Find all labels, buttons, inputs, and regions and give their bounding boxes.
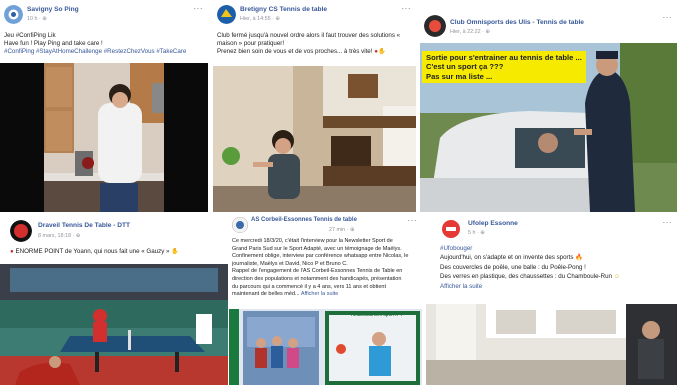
- hashtag-line[interactable]: #Ufobouger: [440, 244, 673, 253]
- page-name[interactable]: Ufolep Essonne: [468, 220, 518, 227]
- globe-icon: ⊕: [485, 29, 490, 35]
- hand-icon: ✋: [377, 48, 386, 56]
- post-photo[interactable]: Sortie pour s'entrainer au tennis de tab…: [420, 43, 677, 212]
- more-options-icon[interactable]: ···: [194, 4, 204, 13]
- post-text-line: du parcours qui a commencé il y a 4 ans,…: [232, 283, 386, 290]
- ping-pong-icon: ●: [10, 248, 14, 255]
- post-text-line: Grand Paris Sud sur le Sport Adapté, ave…: [232, 245, 402, 252]
- post-text-line: Des verres en plastique, des chaussettes…: [440, 273, 621, 281]
- post-text-line: maintenant de belles méd... Afficher la …: [232, 291, 339, 298]
- page-name[interactable]: Savigny So Ping: [27, 6, 79, 13]
- post-text: #Ufobouger Aujourd'hui, on s'adapte et o…: [440, 244, 673, 291]
- post-time: 27 min · ⊕: [329, 227, 355, 233]
- image-caption-banner: Sortie pour s'entrainer au tennis de tab…: [422, 51, 586, 84]
- caption-line: Pas sur ma liste ...: [426, 71, 493, 81]
- post-text-line: Jeu #ConfiPing Lik: [4, 32, 56, 39]
- page-name[interactable]: Draveil Tennis De Table - DTT: [38, 222, 130, 229]
- post-card: Ufolep Essonne 5 h · ⊕ ··· #Ufobouger Au…: [426, 214, 677, 385]
- post-header: Bretigny CS Tennis de table Hier, à 14:5…: [213, 0, 416, 30]
- post-text: Club fermé jusqu'à nouvel ordre alors il…: [217, 32, 412, 57]
- post-text: Ce mercredi 18/3/20, c'était l'interview…: [232, 238, 418, 299]
- post-text-line: Aujourd'hui, on s'adapte et on invente d…: [440, 254, 583, 262]
- post-text-line: journaliste, Maëlys et David, Nico P et …: [232, 260, 348, 267]
- avatar[interactable]: [440, 218, 462, 240]
- avatar[interactable]: [10, 220, 32, 242]
- avatar[interactable]: [424, 15, 446, 37]
- page-name[interactable]: Club Omnisports des Ulis - Tennis de tab…: [450, 19, 584, 26]
- more-options-icon[interactable]: ···: [408, 216, 418, 225]
- post-time: 10 h · ⊕: [27, 16, 47, 22]
- globe-icon: ⊕: [42, 16, 47, 22]
- globe-icon: ⊕: [480, 230, 485, 236]
- more-options-icon[interactable]: ···: [402, 4, 412, 13]
- post-time: 8 mars, 18:18 · ⊕: [38, 233, 81, 239]
- post-card: Savigny So Ping 10 h · ⊕ ··· Jeu #ConfiP…: [0, 0, 208, 212]
- more-options-icon[interactable]: ···: [663, 13, 673, 22]
- page-name[interactable]: Bretigny CS Tennis de table: [240, 6, 327, 13]
- post-text-line: Rappel de l'engagement de l'AS Corbeil-E…: [232, 268, 403, 275]
- smile-icon: ☺: [613, 273, 621, 281]
- post-video[interactable]: [426, 304, 677, 385]
- post-text-line: Club fermé jusqu'à nouvel ordre alors il…: [217, 32, 401, 39]
- post-text-line: direction des populations et notamment d…: [232, 275, 402, 282]
- post-time: Hier, à 22:22 · ⊕: [450, 29, 490, 35]
- post-video[interactable]: [0, 63, 208, 212]
- post-header: Savigny So Ping 10 h · ⊕ ···: [0, 0, 208, 30]
- post-card: Bretigny CS Tennis de table Hier, à 14:5…: [213, 0, 416, 212]
- see-more-link[interactable]: Afficher la suite: [301, 291, 339, 297]
- more-options-icon[interactable]: ···: [663, 218, 673, 227]
- hand-icon: ✋: [171, 248, 179, 255]
- globe-icon: ⊕: [275, 16, 280, 22]
- post-text-line: Have fun ! Play Ping and take care !: [4, 40, 103, 48]
- fire-icon: 🔥: [575, 254, 583, 262]
- photo-banner-text: Ambassadrices Sport n° 7: [351, 312, 403, 317]
- avatar[interactable]: [4, 5, 23, 24]
- page-name[interactable]: AS Corbeil-Essonnes Tennis de table: [251, 217, 357, 223]
- post-text-line: maison » pour pratiquer!: [217, 40, 285, 48]
- post-photo[interactable]: Ambassadrices Sport n° 7: [229, 309, 422, 385]
- post-text-line: Ce mercredi 18/3/20, c'était l'interview…: [232, 238, 393, 244]
- post-text-line: Des couvercles de poêle, une balle : du …: [440, 263, 586, 271]
- hashtag-line[interactable]: #ConfiPing #StayAtHomeChallenge #RestezC…: [4, 48, 204, 56]
- caption-line: C'est un sport ça ???: [426, 62, 504, 72]
- see-more-link[interactable]: Afficher la suite: [440, 282, 673, 291]
- post-card: Club Omnisports des Ulis - Tennis de tab…: [420, 0, 677, 212]
- post-header: Club Omnisports des Ulis - Tennis de tab…: [420, 0, 677, 37]
- post-photo[interactable]: [213, 66, 416, 212]
- post-text: ● ÉNORME POINT de Yoann, qui nous fait u…: [10, 248, 224, 256]
- post-text-line: Confinement oblige, interview par confér…: [232, 253, 409, 260]
- post-card: Draveil Tennis De Table - DTT 8 mars, 18…: [0, 214, 228, 385]
- globe-icon: ⊕: [349, 227, 355, 233]
- post-header: Ufolep Essonne 5 h · ⊕ ···: [426, 214, 677, 244]
- post-text-line: Prenez bien soin de vous et de vos proch…: [217, 48, 386, 56]
- caption-line: Sortie pour s'entrainer au tennis de tab…: [426, 53, 582, 62]
- avatar[interactable]: [232, 217, 248, 233]
- post-time: Hier, à 14:55 · ⊕: [240, 16, 280, 22]
- post-photo[interactable]: [0, 264, 228, 385]
- post-time: 5 h · ⊕: [468, 230, 485, 236]
- post-text: Jeu #ConfiPing Lik Have fun ! Play Ping …: [4, 32, 204, 57]
- avatar[interactable]: [217, 5, 236, 24]
- post-header: Draveil Tennis De Table - DTT 8 mars, 18…: [0, 214, 228, 244]
- globe-icon: ⊕: [75, 233, 81, 239]
- post-card: AS Corbeil-Essonnes Tennis de table 27 m…: [229, 214, 422, 385]
- post-text-line: ● ÉNORME POINT de Yoann, qui nous fait u…: [10, 248, 179, 255]
